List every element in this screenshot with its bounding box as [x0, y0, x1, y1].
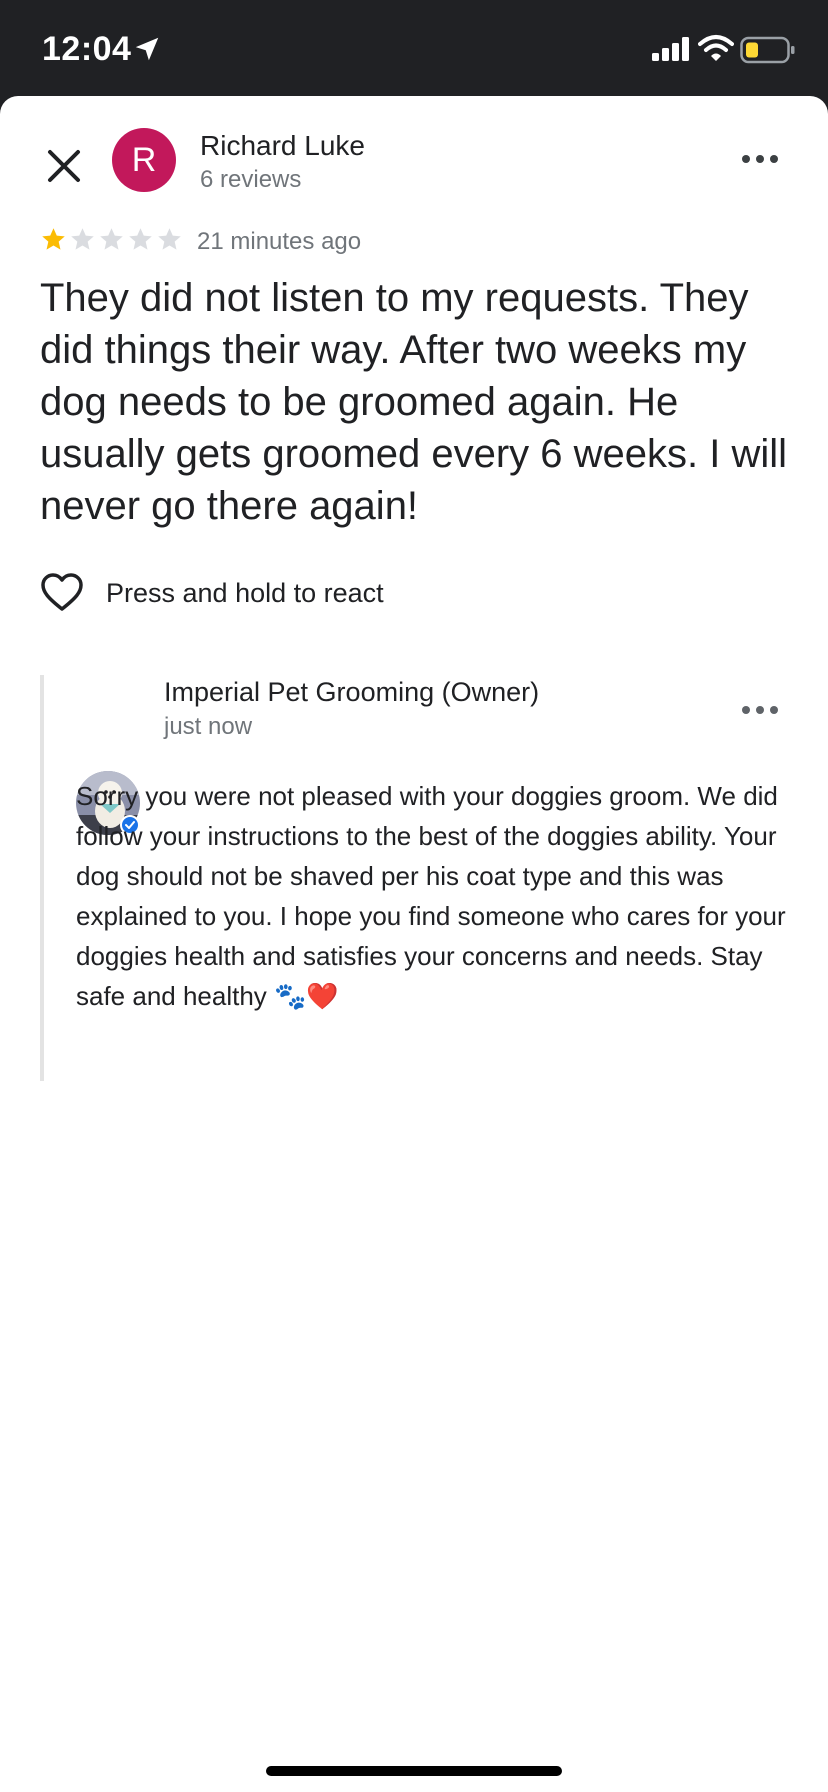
review-time: 21 minutes ago [197, 228, 362, 255]
more-dot-icon [770, 155, 778, 163]
review-text: They did not listen to my requests. They… [40, 276, 787, 528]
more-dot-icon [756, 155, 764, 163]
react-label: Press and hold to react [106, 577, 384, 608]
location-arrow-icon [135, 37, 159, 61]
owner-reply-more-button[interactable] [742, 695, 786, 725]
reviewer-name[interactable]: Richard Luke [200, 130, 365, 162]
more-dot-icon [742, 706, 750, 714]
react-button[interactable]: Press and hold to react [40, 570, 384, 616]
home-indicator[interactable] [266, 1766, 562, 1776]
owner-reply-text: Sorry you were not pleased with your dog… [76, 781, 786, 1011]
battery-low-icon [740, 36, 795, 64]
more-dot-icon [742, 155, 750, 163]
reviewer-review-count: 6 reviews [200, 166, 302, 193]
reviewer-avatar[interactable]: R [112, 128, 176, 192]
cellular-signal-icon [652, 37, 689, 61]
owner-reply-time: just now [164, 713, 253, 740]
wifi-icon [698, 35, 734, 61]
star-rating [40, 226, 183, 256]
more-dot-icon [770, 706, 778, 714]
status-time: 12:04 [42, 30, 132, 68]
star-icon [129, 228, 152, 250]
star-icon [158, 228, 181, 250]
review-more-button[interactable] [742, 144, 786, 174]
more-dot-icon [756, 706, 764, 714]
heart-outline-icon [41, 573, 83, 611]
star-icon [71, 228, 94, 250]
status-bar: 12:04 [0, 0, 828, 96]
close-icon[interactable] [40, 142, 88, 190]
star-icon [100, 228, 123, 250]
owner-name[interactable]: Imperial Pet Grooming (Owner) [164, 677, 539, 708]
star-icon [42, 228, 65, 250]
